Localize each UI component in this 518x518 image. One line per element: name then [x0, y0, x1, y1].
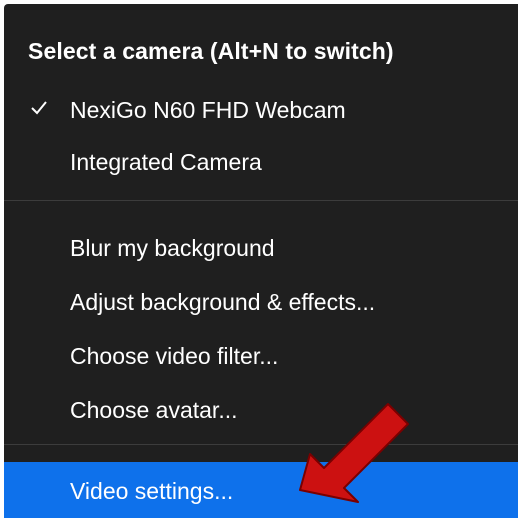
menu-item-choose-avatar[interactable]: Choose avatar... [4, 384, 518, 434]
menu-item-blur-background[interactable]: Blur my background [4, 222, 518, 272]
menu-item-nexigo-webcam[interactable]: NexiGo N60 FHD Webcam [4, 84, 518, 134]
menu-item-label: Adjust background & effects... [70, 289, 376, 315]
check-icon [28, 96, 50, 118]
menu-item-label: Choose avatar... [70, 397, 238, 423]
menu-item-label: NexiGo N60 FHD Webcam [70, 97, 346, 123]
menu-item-integrated-camera[interactable]: Integrated Camera [4, 136, 518, 186]
menu-separator [4, 200, 518, 201]
menu-item-label: Integrated Camera [70, 149, 262, 175]
menu-item-adjust-background[interactable]: Adjust background & effects... [4, 276, 518, 326]
camera-context-menu: Select a camera (Alt+N to switch) NexiGo… [4, 4, 518, 518]
menu-item-label: Video settings... [70, 478, 234, 504]
menu-item-label: Blur my background [70, 235, 275, 261]
menu-item-choose-video-filter[interactable]: Choose video filter... [4, 330, 518, 380]
menu-header: Select a camera (Alt+N to switch) [28, 38, 394, 64]
menu-separator [4, 444, 518, 445]
menu-item-video-settings[interactable]: Video settings... [4, 462, 518, 518]
menu-item-label: Choose video filter... [70, 343, 279, 369]
